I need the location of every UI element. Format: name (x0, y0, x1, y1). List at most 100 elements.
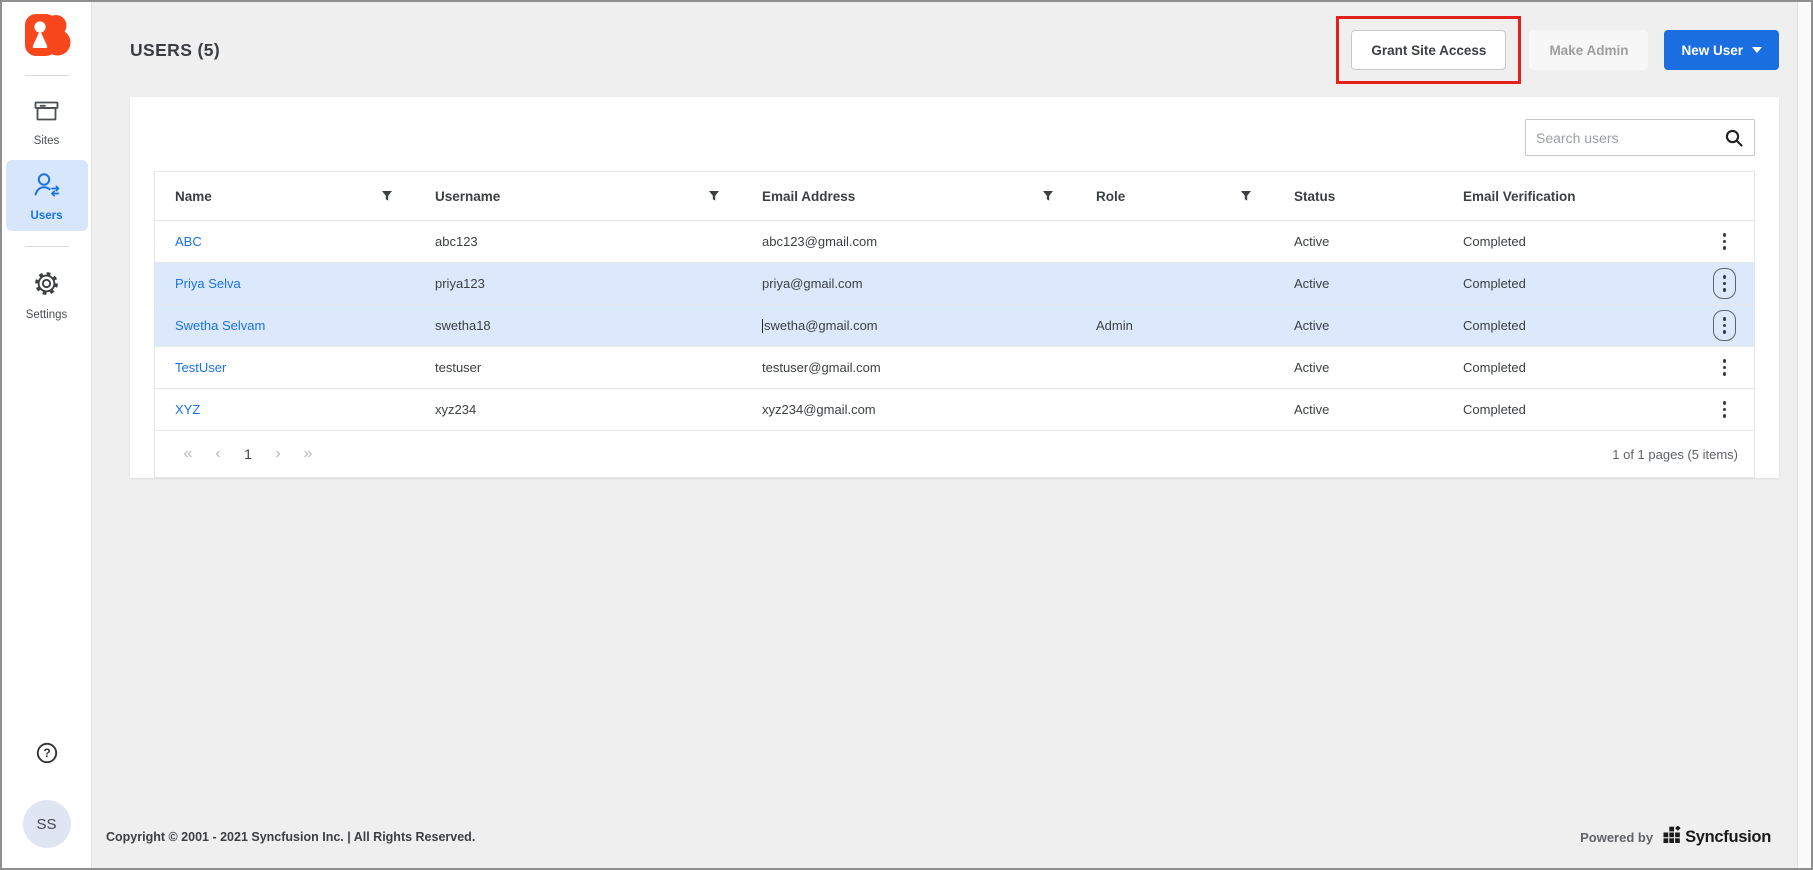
avatar-initials: SS (36, 815, 57, 833)
sidebar-bottom: ? SS (22, 741, 71, 868)
sidebar-item-settings[interactable]: Settings (6, 259, 88, 330)
user-name-link[interactable]: XYZ (175, 402, 200, 417)
email-cell: abc123@gmail.com (762, 234, 878, 249)
sidebar-divider (24, 246, 69, 247)
user-name-link[interactable]: ABC (175, 234, 202, 249)
user-name-link[interactable]: Priya Selva (175, 276, 241, 291)
column-header-name[interactable]: Name (155, 172, 415, 220)
status-cell: Active (1294, 318, 1330, 333)
page-title: USERS (5) (130, 39, 221, 60)
name-cell: Priya Selva (155, 276, 415, 291)
filter-icon[interactable] (1042, 190, 1054, 202)
pagination-next-button[interactable]: › (263, 445, 293, 463)
email-verification-cell: Completed (1463, 234, 1526, 249)
row-menu-kebab-icon[interactable] (1713, 226, 1737, 257)
name-cell: Swetha Selvam (155, 318, 415, 333)
status-cell: Active (1294, 402, 1330, 417)
column-label: Status (1294, 188, 1336, 204)
username-cell: testuser (435, 360, 482, 375)
sidebar-item-label: Sites (33, 135, 60, 147)
sidebar-item-sites[interactable]: Sites (6, 88, 88, 156)
email-cell: xyz234@gmail.com (762, 402, 876, 417)
settings-icon (33, 270, 60, 302)
filter-icon[interactable] (381, 190, 393, 202)
email-verification-cell: Completed (1463, 402, 1526, 417)
syncfusion-logo: Syncfusion (1663, 824, 1771, 849)
powered-by-label: Powered by (1580, 829, 1654, 845)
sidebar-item-users[interactable]: Users (5, 160, 88, 231)
status-cell: Active (1294, 234, 1330, 249)
pagination-prev-button[interactable]: ‹ (203, 445, 233, 463)
name-cell: TestUser (155, 360, 415, 375)
footer: Copyright © 2001 - 2021 Syncfusion Inc. … (92, 812, 1797, 868)
column-header-username[interactable]: Username (415, 172, 742, 220)
column-header-actions (1695, 172, 1754, 220)
search-box (1525, 119, 1755, 156)
main-area: USERS (5) Grant Site Access Make Admin N… (92, 2, 1797, 868)
powered-by: Powered by Syncfusion (1580, 824, 1771, 849)
pagination-summary: 1 of 1 pages (5 items) (1612, 446, 1738, 462)
sidebar: Sites Users Settings ? SS (2, 2, 92, 868)
syncfusion-brand-text: Syncfusion (1685, 827, 1771, 846)
row-actions-cell (1695, 305, 1754, 346)
sites-icon (33, 99, 60, 128)
status-cell: Active (1294, 360, 1330, 375)
copyright-text: Copyright © 2001 - 2021 Syncfusion Inc. … (106, 830, 476, 844)
row-menu-kebab-icon[interactable] (1713, 394, 1737, 425)
sidebar-divider (24, 75, 69, 76)
table-body: ABC abc123 abc123@gmail.com Active Completed… (155, 220, 1754, 430)
filter-icon[interactable] (1240, 190, 1252, 202)
svg-text:?: ? (43, 746, 50, 760)
syncfusion-grid-icon (1663, 824, 1682, 849)
help-icon[interactable]: ? (35, 741, 59, 770)
user-name-link[interactable]: TestUser (175, 360, 226, 375)
column-label: Name (175, 188, 212, 204)
table-row[interactable]: Priya Selva priya123 priya@gmail.com Active… (155, 262, 1754, 304)
table-header-row: Name Username Email Address Role Status Email… (155, 172, 1754, 220)
table-row[interactable]: TestUser testuser testuser@gmail.com Active… (155, 346, 1754, 388)
username-cell: xyz234 (435, 402, 477, 417)
email-verification-cell: Completed (1463, 360, 1526, 375)
column-header-status[interactable]: Status (1274, 172, 1443, 220)
pagination-first-button[interactable]: « (173, 445, 203, 463)
new-user-button[interactable]: New User (1664, 30, 1779, 70)
table-row[interactable]: XYZ xyz234 xyz234@gmail.com Active Completed (155, 388, 1754, 430)
users-table: Name Username Email Address Role Status Email… (154, 171, 1755, 478)
username-cell: priya123 (435, 276, 485, 291)
new-user-label: New User (1681, 42, 1743, 58)
column-header-role[interactable]: Role (1076, 172, 1274, 220)
search-icon[interactable] (1724, 128, 1744, 148)
table-header: Name Username Email Address Role Status Email… (155, 172, 1754, 220)
user-name-link[interactable]: Swetha Selvam (175, 318, 265, 333)
user-avatar[interactable]: SS (22, 800, 71, 848)
make-admin-button[interactable]: Make Admin (1529, 30, 1649, 70)
header-actions: Grant Site Access Make Admin New User (1336, 16, 1779, 84)
grant-site-access-button[interactable]: Grant Site Access (1351, 30, 1507, 70)
row-menu-kebab-icon[interactable] (1712, 310, 1737, 341)
row-actions-cell (1695, 389, 1754, 430)
users-card: Name Username Email Address Role Status Email… (130, 97, 1779, 478)
search-input[interactable] (1536, 129, 1724, 146)
page-header: USERS (5) Grant Site Access Make Admin N… (92, 2, 1797, 84)
name-cell: ABC (155, 234, 415, 249)
search-row (130, 97, 1779, 171)
sidebar-item-label: Users (30, 210, 63, 222)
scrollbar[interactable] (1797, 2, 1811, 868)
row-menu-kebab-icon[interactable] (1712, 268, 1737, 299)
bold-reports-logo-icon[interactable] (23, 13, 71, 62)
email-cell: swetha@gmail.com (762, 318, 878, 333)
role-cell: Admin (1096, 318, 1133, 333)
table-row[interactable]: Swetha Selvam swetha18 swetha@gmail.com Adm… (155, 304, 1754, 346)
pagination-last-button[interactable]: » (293, 445, 323, 463)
column-label: Email Address (762, 188, 856, 204)
row-menu-kebab-icon[interactable] (1713, 352, 1737, 383)
filter-icon[interactable] (708, 190, 720, 202)
email-cell: testuser@gmail.com (762, 360, 881, 375)
app-window: Sites Users Settings ? SS USERS (5) Gran… (0, 0, 1813, 870)
column-header-email-address[interactable]: Email Address (742, 172, 1076, 220)
column-header-email-verification[interactable]: Email Verification (1443, 172, 1695, 220)
column-label: Username (435, 188, 501, 204)
pagination-page-1[interactable]: 1 (233, 446, 263, 462)
table-row[interactable]: ABC abc123 abc123@gmail.com Active Completed (155, 220, 1754, 262)
row-actions-cell (1695, 221, 1754, 262)
